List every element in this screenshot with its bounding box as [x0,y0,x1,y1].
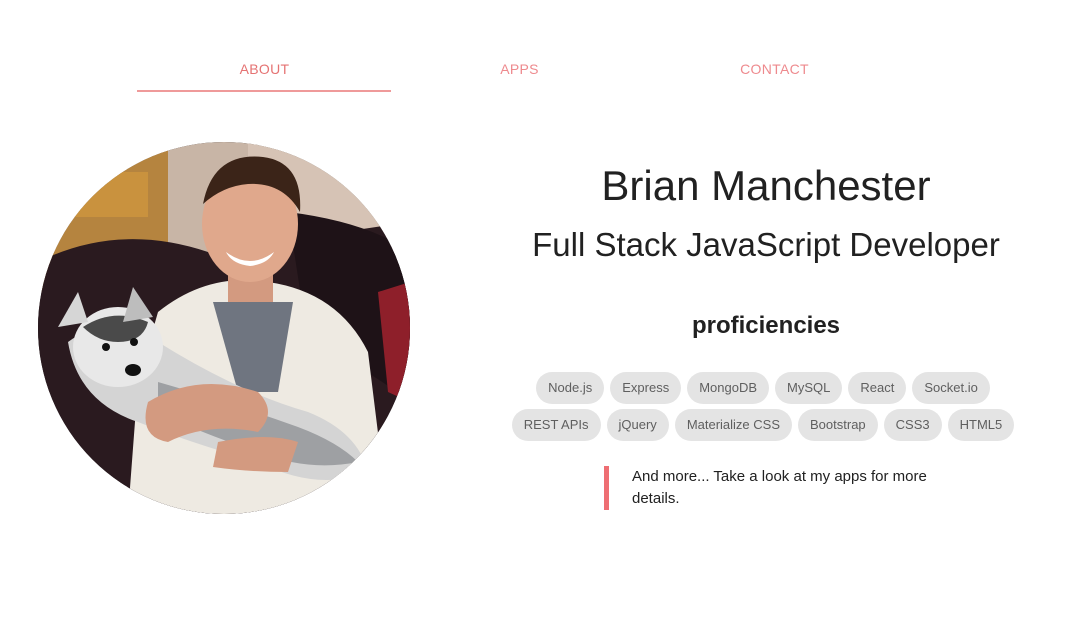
skill-chip: Socket.io [912,372,990,404]
skill-chip: MongoDB [687,372,770,404]
nav-tabs: ABOUT APPS CONTACT [137,46,902,92]
skill-chip: CSS3 [883,409,942,441]
active-tab-indicator [137,90,391,92]
skill-chip: Materialize CSS [674,409,793,441]
skill-chip: Express [610,372,682,404]
skill-chip: MySQL [775,372,843,404]
profile-photo [38,142,410,514]
skill-chip: Node.js [536,372,605,404]
proficiencies-heading: proficiencies [691,312,841,339]
skills-chip-list: Node.js Express MongoDB MySQL React Sock… [490,372,1036,441]
skill-chip: REST APIs [511,409,601,441]
tab-apps[interactable]: APPS [392,46,647,92]
skill-chip: HTML5 [947,409,1015,441]
skill-chip: Bootstrap [798,409,878,441]
profile-name: Brian Manchester [601,162,931,209]
profile-photo-image [38,142,410,514]
more-skills-note: And more... Take a look at my apps for m… [604,466,944,510]
tab-contact[interactable]: CONTACT [647,46,902,92]
profile-title: Full Stack JavaScript Developer [532,226,1000,263]
tab-about[interactable]: ABOUT [137,46,392,92]
skill-chip: React [848,372,907,404]
skill-chip: jQuery [606,409,669,441]
